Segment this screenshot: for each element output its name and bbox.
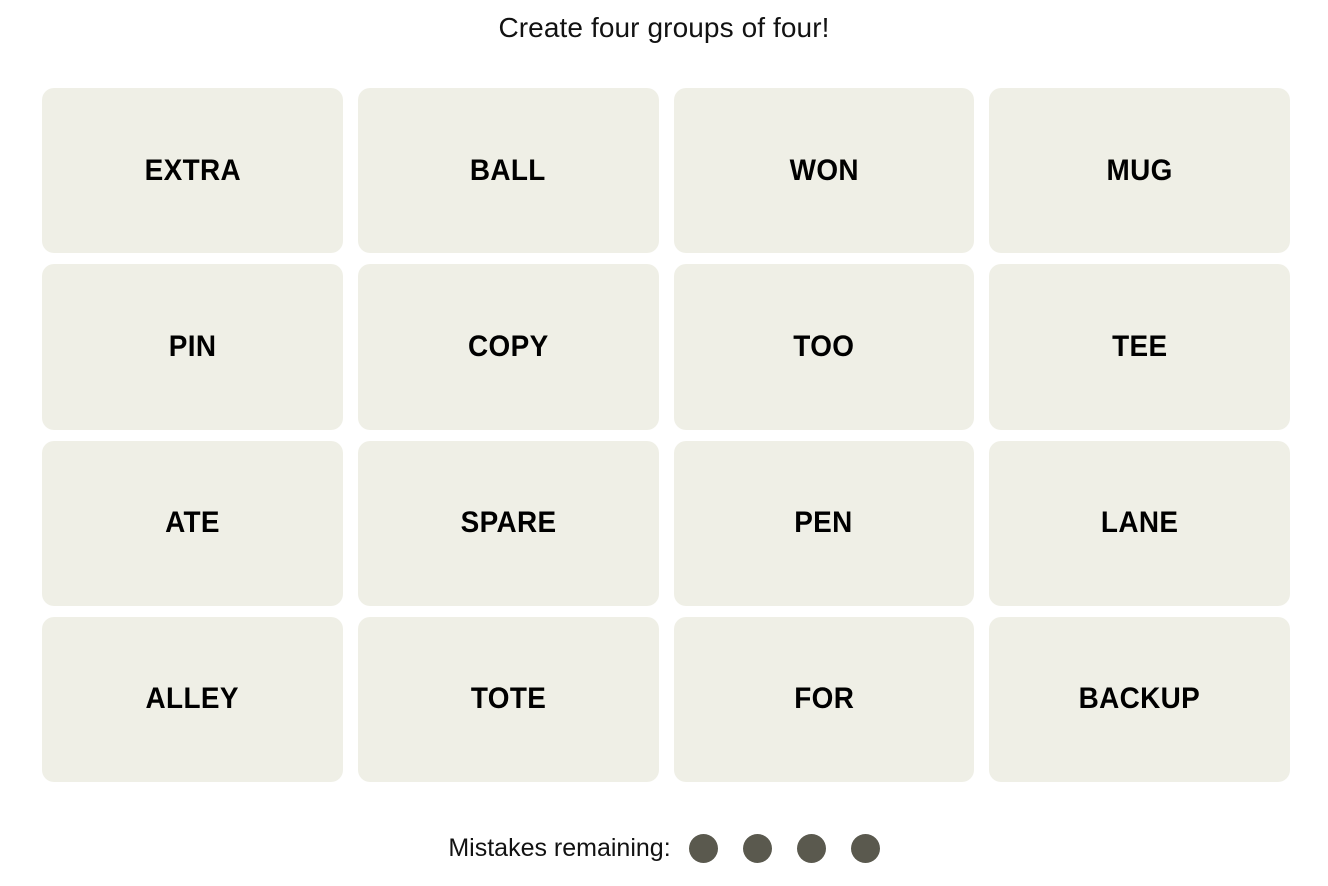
page-title: Create four groups of four!	[498, 12, 830, 43]
word-tile[interactable]: TOTE	[357, 616, 659, 782]
word-tile-label: PEN	[794, 506, 854, 540]
word-tile-label: LANE	[1100, 506, 1179, 540]
word-tile-label: PIN	[168, 329, 217, 363]
instruction-bar: Create four groups of four!	[0, 0, 1328, 56]
word-tile[interactable]: FOR	[673, 616, 975, 782]
word-tile[interactable]: PIN	[42, 264, 343, 430]
word-tile[interactable]: ALLEY	[42, 616, 343, 782]
mistake-dot	[796, 833, 826, 863]
word-tile-label: ALLEY	[145, 682, 240, 716]
mistakes-remaining-label: Mistakes remaining:	[448, 833, 671, 862]
word-grid: EXTRA BALL WON MUG PIN COPY TOO TEE ATE SPARE PEN L…	[42, 88, 1290, 782]
word-tile[interactable]: MUG	[989, 88, 1290, 254]
word-tile-label: TOO	[793, 329, 855, 363]
word-tile-label: FOR	[793, 682, 854, 716]
word-tile[interactable]: LANE	[989, 440, 1290, 606]
mistake-dot	[742, 833, 772, 863]
mistakes-remaining: Mistakes remaining:	[448, 833, 880, 863]
mistake-dot	[850, 833, 880, 863]
word-tile-label: MUG	[1106, 153, 1173, 187]
word-tile-label: TOTE	[470, 682, 546, 716]
word-tile[interactable]: EXTRA	[42, 88, 343, 254]
mistake-dot	[688, 833, 718, 863]
word-tile[interactable]: BALL	[357, 88, 659, 254]
word-tile[interactable]: TOO	[673, 264, 975, 430]
word-tile[interactable]: ATE	[42, 440, 343, 606]
word-tile[interactable]: PEN	[673, 440, 975, 606]
word-tile[interactable]: BACKUP	[989, 616, 1290, 782]
word-grid-container: EXTRA BALL WON MUG PIN COPY TOO TEE ATE SPARE PEN L…	[42, 88, 1290, 782]
word-tile-label: SPARE	[460, 506, 557, 540]
footer-bar: Mistakes remaining:	[0, 820, 1328, 876]
word-tile[interactable]: WON	[673, 88, 975, 254]
word-tile-label: TEE	[1111, 329, 1168, 363]
word-tile-label: WON	[789, 153, 859, 187]
word-tile-label: COPY	[467, 329, 549, 363]
word-tile-label: BACKUP	[1078, 682, 1201, 716]
connections-game: Create four groups of four! EXTRA BALL WON…	[0, 0, 1328, 886]
word-tile[interactable]: COPY	[357, 264, 659, 430]
word-tile-label: EXTRA	[144, 153, 241, 187]
word-tile-label: BALL	[470, 153, 547, 187]
word-tile[interactable]: TEE	[989, 264, 1290, 430]
word-tile[interactable]: SPARE	[357, 440, 659, 606]
mistake-dots	[688, 833, 880, 863]
word-tile-label: ATE	[164, 506, 220, 540]
